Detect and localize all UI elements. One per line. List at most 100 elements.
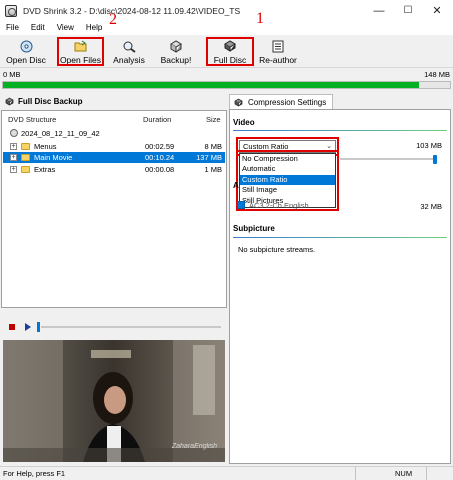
size-max-label: 148 MB bbox=[424, 70, 450, 79]
size-progress-bar bbox=[2, 81, 451, 89]
tab-label: Compression Settings bbox=[248, 98, 327, 107]
subpicture-section-divider bbox=[233, 237, 447, 238]
maximize-button[interactable]: ☐ bbox=[393, 0, 423, 21]
status-bar: For Help, press F1 NUM bbox=[0, 466, 453, 480]
option-custom-ratio[interactable]: Custom Ratio bbox=[240, 174, 335, 186]
option-no-compression[interactable]: No Compression bbox=[240, 154, 335, 164]
re-author-label: Re-author bbox=[259, 55, 297, 65]
open-disc-button[interactable]: Open Disc bbox=[6, 37, 46, 66]
row-size: 1 MB bbox=[204, 165, 222, 174]
row-size: 8 MB bbox=[204, 142, 222, 151]
analysis-icon bbox=[121, 39, 137, 53]
audio-track-label: AC3 2-Ch English bbox=[249, 201, 309, 210]
audio-size-value: 32 MB bbox=[420, 202, 442, 211]
row-name: Extras bbox=[34, 165, 56, 174]
subpicture-message: No subpicture streams. bbox=[238, 245, 316, 254]
column-header-size[interactable]: Size bbox=[206, 115, 221, 124]
option-automatic[interactable]: Automatic bbox=[240, 164, 335, 174]
left-panel-title: Full Disc Backup bbox=[18, 97, 83, 106]
tab-compression-settings[interactable]: Compression Settings bbox=[229, 94, 333, 110]
folder-icon bbox=[21, 166, 30, 173]
seek-track[interactable] bbox=[41, 326, 221, 328]
option-still-image[interactable]: Still Image bbox=[240, 185, 335, 195]
video-section-title: Video bbox=[233, 118, 255, 127]
video-section-divider bbox=[233, 130, 447, 131]
analysis-label: Analysis bbox=[113, 55, 145, 65]
size-progress-fill bbox=[3, 82, 419, 88]
chevron-down-icon: ⌄ bbox=[326, 143, 332, 150]
menu-edit[interactable]: Edit bbox=[25, 21, 51, 35]
column-header-structure[interactable]: DVD Structure bbox=[8, 115, 56, 124]
backup-label: Backup! bbox=[160, 55, 192, 65]
full-disc-icon bbox=[222, 39, 238, 53]
row-duration: 00:02.59 bbox=[145, 142, 175, 151]
backup-button[interactable]: Backup! bbox=[158, 37, 194, 66]
full-disc-backup-icon bbox=[5, 97, 14, 106]
row-duration: 00:10.24 bbox=[145, 153, 175, 162]
audio-track-checkbox[interactable] bbox=[237, 201, 245, 209]
menu-view[interactable]: View bbox=[51, 21, 80, 35]
stop-icon[interactable] bbox=[9, 324, 15, 330]
compression-settings-icon bbox=[234, 98, 243, 107]
open-files-button[interactable]: Open Files bbox=[57, 37, 104, 66]
re-author-icon bbox=[270, 39, 286, 53]
backup-icon bbox=[168, 39, 184, 53]
analysis-button[interactable]: Analysis bbox=[110, 37, 148, 66]
player-controls bbox=[1, 318, 227, 336]
row-name: Menus bbox=[34, 142, 57, 151]
expand-icon[interactable]: + bbox=[10, 166, 17, 173]
compression-mode-select[interactable]: Custom Ratio ⌄ bbox=[236, 137, 339, 156]
status-num-indicator: NUM bbox=[395, 469, 413, 478]
tree-root-label: 2024_08_12_11_09_42 bbox=[21, 129, 100, 138]
compression-mode-value: Custom Ratio bbox=[243, 142, 289, 151]
status-divider bbox=[426, 467, 427, 480]
full-disc-label: Full Disc bbox=[213, 55, 247, 65]
folder-icon bbox=[21, 143, 30, 150]
column-header-duration[interactable]: Duration bbox=[143, 115, 171, 124]
seek-thumb[interactable] bbox=[37, 322, 40, 332]
compression-mode-dropdown: No Compression Automatic Custom Ratio St… bbox=[236, 150, 339, 211]
video-size-value: 103 MB bbox=[416, 141, 442, 150]
menu-file[interactable]: File bbox=[0, 21, 25, 35]
compression-settings-pane: Video Custom Ratio ⌄ 103 MB No Compressi… bbox=[229, 109, 451, 464]
open-disc-label: Open Disc bbox=[6, 55, 46, 65]
open-disc-icon bbox=[18, 39, 34, 53]
size-min-label: 0 MB bbox=[3, 70, 21, 79]
subpicture-section-title: Subpicture bbox=[233, 224, 275, 233]
toolbar: Open Disc Open Files Analysis Backup! Fu… bbox=[0, 35, 453, 68]
row-size: 137 MB bbox=[196, 153, 222, 162]
folder-icon bbox=[21, 154, 30, 161]
video-watermark: ZaharaEnglish bbox=[171, 443, 217, 450]
left-panel-header: Full Disc Backup bbox=[1, 94, 227, 109]
dvd-structure-tree[interactable]: DVD Structure Duration Size 2024_08_12_1… bbox=[1, 110, 227, 308]
expand-icon[interactable]: + bbox=[10, 154, 17, 161]
row-duration: 00:00.08 bbox=[145, 165, 175, 174]
tree-row-extras[interactable]: + Extras 00:00.08 1 MB bbox=[3, 164, 225, 175]
compression-ratio-thumb[interactable] bbox=[433, 155, 437, 164]
app-icon bbox=[5, 4, 17, 17]
tree-row-menus[interactable]: + Menus 00:02.59 8 MB bbox=[3, 141, 225, 152]
minimize-button[interactable]: — bbox=[364, 0, 394, 21]
title-bar: DVD Shrink 3.2 - D:\disc\2024-08-12 11.0… bbox=[0, 0, 453, 21]
status-divider bbox=[355, 467, 356, 480]
audio-section-title: A bbox=[233, 181, 239, 190]
tree-row-main-movie[interactable]: + Main Movie 00:10.24 137 MB bbox=[3, 152, 225, 163]
tree-root-row[interactable]: 2024_08_12_11_09_42 bbox=[3, 128, 225, 139]
video-preview: ZaharaEnglish bbox=[3, 340, 225, 462]
window-title: DVD Shrink 3.2 - D:\disc\2024-08-12 11.0… bbox=[23, 5, 241, 16]
full-disc-button[interactable]: Full Disc bbox=[206, 37, 254, 66]
status-help-text: For Help, press F1 bbox=[3, 469, 66, 478]
close-button[interactable]: ✕ bbox=[422, 0, 452, 21]
expand-icon[interactable]: + bbox=[10, 143, 17, 150]
compression-ratio-slider[interactable] bbox=[340, 158, 436, 160]
re-author-button[interactable]: Re-author bbox=[258, 37, 298, 66]
annotation-2: 2 bbox=[109, 11, 117, 28]
open-files-icon bbox=[73, 39, 89, 53]
annotation-1: 1 bbox=[256, 10, 264, 27]
menu-help[interactable]: Help bbox=[80, 21, 108, 35]
disc-icon bbox=[10, 129, 18, 137]
row-name: Main Movie bbox=[34, 153, 73, 162]
play-icon[interactable] bbox=[25, 323, 31, 331]
open-files-label: Open Files bbox=[59, 55, 102, 65]
menu-bar: File Edit View Help bbox=[0, 21, 453, 35]
